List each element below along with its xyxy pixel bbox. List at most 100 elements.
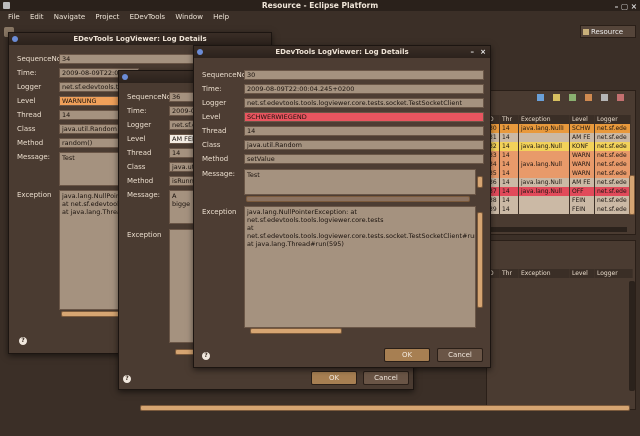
dialog-front-class-field[interactable]: java.util.Random xyxy=(244,140,484,150)
dialog-back-method-label: Method xyxy=(17,139,44,147)
dialog-front-message-text: Test xyxy=(247,171,260,179)
table-row[interactable]: 30 14 java.lang.NullI SCHW net.sf.ede xyxy=(487,124,631,133)
table-cell-logger: net.sf.ede xyxy=(594,124,631,133)
dialog-front-exception-area[interactable]: java.lang.NullPointerException: at net.s… xyxy=(244,206,476,328)
dialog-front-logger-label: Logger xyxy=(202,99,227,107)
col2-logger[interactable]: Logger xyxy=(594,269,633,278)
dialog-back-time-label: Time: xyxy=(17,69,37,77)
table-cell-exc: java.lang.Null xyxy=(518,187,570,196)
toolbar-icon-3[interactable] xyxy=(569,94,576,101)
dialog-front-message-vscroll[interactable] xyxy=(477,176,483,188)
log-table-2[interactable]: D Thr Exception Level Logger xyxy=(487,269,633,278)
dialog-mid-help-icon[interactable]: ? xyxy=(123,375,131,383)
dialog-front-titlebar: EDevTools LogViewer: Log Details × – xyxy=(194,46,490,58)
col2-level[interactable]: Level xyxy=(569,269,595,278)
dialog-mid-time-field[interactable]: 2009-08 xyxy=(169,106,195,116)
table-cell-exc xyxy=(518,205,570,214)
log-table-2-vscroll[interactable] xyxy=(629,281,635,391)
dialog-back-seq-field[interactable]: 34 xyxy=(59,54,199,64)
dialog-back-titlebar: EDevTools LogViewer: Log Details xyxy=(9,33,271,45)
menu-file[interactable]: File xyxy=(8,13,20,21)
table-row[interactable]: 34 14 java.lang.Null WARN net.sf.ede xyxy=(487,160,631,169)
dialog-mid-class-field[interactable]: java.util xyxy=(169,162,195,172)
dialog-back-class-label: Class xyxy=(17,125,36,133)
dialog-back-logger-label: Logger xyxy=(17,83,42,91)
perspective-button[interactable]: Resource xyxy=(580,25,636,38)
menu-window[interactable]: Window xyxy=(175,13,203,21)
col-exception[interactable]: Exception xyxy=(518,115,570,124)
dialog-mid-cancel-button[interactable]: Cancel xyxy=(363,371,409,385)
col2-exception[interactable]: Exception xyxy=(518,269,570,278)
dialog-mid-logger-field[interactable]: net.sf.e xyxy=(169,120,195,130)
log-table-hscroll-track[interactable] xyxy=(489,227,627,232)
dialog-front-cancel-button[interactable]: Cancel xyxy=(437,348,483,362)
table-cell-thr: 14 xyxy=(499,133,519,142)
dialog-mid-method-field[interactable]: isRunni xyxy=(169,176,195,186)
dialog-front-minimize-icon[interactable]: – xyxy=(471,46,475,58)
table-cell-level: WARN xyxy=(569,169,595,178)
dialog-mid-method-label: Method xyxy=(127,177,154,185)
toolbar-icon-5[interactable] xyxy=(601,94,608,101)
table-cell-level: SCHW xyxy=(569,124,595,133)
dialog-mid-level-field[interactable]: AM FEI xyxy=(169,134,195,144)
dialog-mid-ok-button[interactable]: OK xyxy=(311,371,357,385)
toolbar-icon-4[interactable] xyxy=(585,94,592,101)
dialog-front-close-icon[interactable]: × xyxy=(480,46,486,58)
table-row[interactable]: 36 14 java.lang.Null AM FE net.sf.ede xyxy=(487,178,631,187)
toolbar-icon-2[interactable] xyxy=(553,94,560,101)
table-row[interactable]: 39 14 FEIN net.sf.ede xyxy=(487,205,631,214)
dialog-front-exception-hscroll[interactable] xyxy=(250,328,342,334)
dialog-mid-seq-field[interactable]: 36 xyxy=(169,92,195,102)
dialog-mid-seq-label: SequenceNo: xyxy=(127,93,174,101)
dialog-front-method-field[interactable]: setValue xyxy=(244,154,484,164)
col-logger[interactable]: Logger xyxy=(594,115,631,124)
dialog-mid-exception-area[interactable] xyxy=(169,229,195,343)
table-row[interactable]: 32 14 java.lang.Null KONF net.sf.ede xyxy=(487,142,631,151)
table-row[interactable]: 37 14 java.lang.Null OFF net.sf.ede xyxy=(487,187,631,196)
editor-hscroll[interactable] xyxy=(140,405,630,411)
menu-edevtools[interactable]: EDevTools xyxy=(130,13,166,21)
dialog-front-thread-field[interactable]: 14 xyxy=(244,126,484,136)
dialog-back-help-icon[interactable]: ? xyxy=(19,337,27,345)
table-cell-level: AM FE xyxy=(569,133,595,142)
dialog-front-time-field[interactable]: 2009-08-09T22:00:04.245+0200 xyxy=(244,84,484,94)
dialog-front-seq-field[interactable]: 30 xyxy=(244,70,484,80)
table-cell-level: FEIN xyxy=(569,205,595,214)
dialog-front-level-field[interactable]: SCHWERWIEGEND xyxy=(244,112,484,122)
col-thread[interactable]: Thr xyxy=(499,115,519,124)
dialog-front-message-hscroll[interactable] xyxy=(246,196,470,202)
table-row[interactable]: 35 14 WARN net.sf.ede xyxy=(487,169,631,178)
menu-navigate[interactable]: Navigate xyxy=(54,13,85,21)
table-row[interactable]: 33 14 WARN net.sf.ede xyxy=(487,151,631,160)
table-row[interactable]: 31 14 AM FE net.sf.ede xyxy=(487,133,631,142)
dialog-mid-message-area[interactable]: A bigge xyxy=(169,190,195,224)
dialog-front-exception-vscroll[interactable] xyxy=(477,212,483,308)
dialog-front-logger-field[interactable]: net.sf.edevtools.tools.logviewer.core.te… xyxy=(244,98,484,108)
menu-help[interactable]: Help xyxy=(213,13,229,21)
table-cell-logger: net.sf.ede xyxy=(594,142,631,151)
dialog-mid-thread-field[interactable]: 14 xyxy=(169,148,195,158)
dialog-front-ok-button[interactable]: OK xyxy=(384,348,430,362)
dialog-back-exception-line-3: at java.lang.Thread xyxy=(62,208,126,216)
dialog-front-title: EDevTools LogViewer: Log Details xyxy=(275,48,409,56)
menu-edit[interactable]: Edit xyxy=(30,13,44,21)
dialog-front-message-area[interactable]: Test xyxy=(244,169,476,195)
table-cell-level: WARN xyxy=(569,151,595,160)
dialog-mid-class-label: Class xyxy=(127,163,146,171)
menu-project[interactable]: Project xyxy=(95,13,119,21)
log-table[interactable]: D Thr Exception Level Logger 30 14 java.la… xyxy=(487,115,631,214)
table-cell-thr: 14 xyxy=(499,178,519,187)
col-level[interactable]: Level xyxy=(569,115,595,124)
col2-thread[interactable]: Thr xyxy=(499,269,519,278)
window-menu-icon[interactable] xyxy=(3,2,10,9)
dialog-front-help-icon[interactable]: ? xyxy=(202,352,210,360)
dialog-front-exception-line-1: java.lang.NullPointerException: at net.s… xyxy=(247,208,384,224)
dialog-mid-exception-hscroll[interactable] xyxy=(175,349,195,355)
toolbar-icon-6[interactable] xyxy=(617,94,624,101)
log-table-vscroll[interactable] xyxy=(629,175,635,215)
table-row[interactable]: 38 14 FEIN net.sf.ede xyxy=(487,196,631,205)
toolbar-icon-1[interactable] xyxy=(537,94,544,101)
dialog-front-level-label: Level xyxy=(202,113,221,121)
dialog-front-app-icon xyxy=(197,49,203,55)
dialog-back-thread-label: Thread xyxy=(17,111,42,119)
